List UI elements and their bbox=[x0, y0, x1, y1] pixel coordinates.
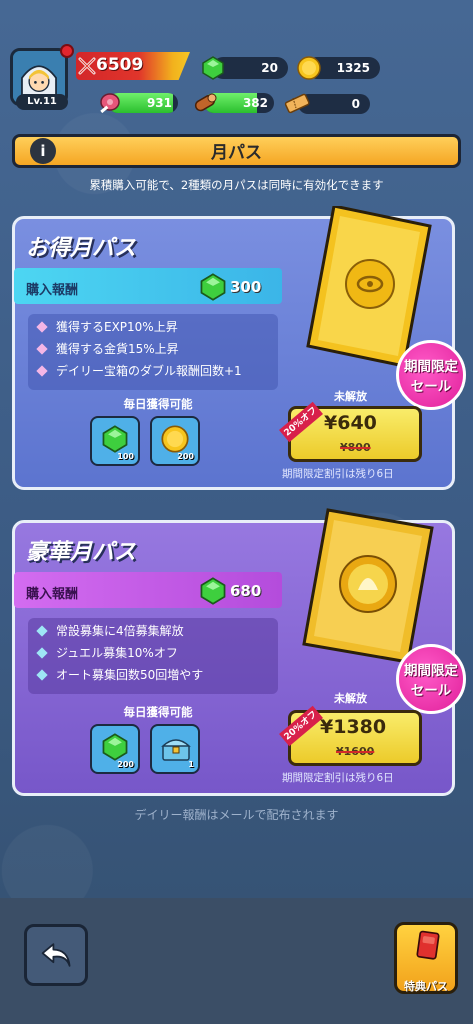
item-count: 200 bbox=[117, 760, 134, 769]
benefit-item: 常設募集に4倍募集解放 bbox=[36, 620, 278, 642]
benefit-item: オート募集回数50回増やす bbox=[36, 664, 278, 686]
purchase-reward-value: 300 bbox=[230, 278, 262, 296]
pass-title: お得月パス bbox=[26, 236, 137, 261]
price: ¥640 bbox=[324, 412, 377, 434]
meat-icon bbox=[100, 93, 120, 114]
benefit-item: ジュエル募集10%オフ bbox=[36, 642, 278, 664]
tickets-value: 0 bbox=[351, 97, 360, 111]
combat-power: 6509 bbox=[96, 55, 144, 75]
item-count: 200 bbox=[177, 452, 194, 461]
limited-sale-badge: 期間限定 セール bbox=[396, 644, 466, 714]
purchase-reward-label: 購入報酬 bbox=[26, 283, 79, 298]
gem-icon bbox=[202, 56, 224, 80]
gem-icon bbox=[200, 273, 226, 301]
treasure-chest-icon bbox=[161, 739, 191, 761]
price: ¥1380 bbox=[320, 716, 387, 738]
daily-item-coins[interactable]: 200 bbox=[150, 416, 200, 466]
ticket-icon bbox=[284, 93, 310, 114]
coin-icon bbox=[297, 56, 321, 80]
crossed-swords-icon bbox=[78, 57, 96, 75]
original-price: ¥800 bbox=[340, 441, 371, 454]
mail-delivery-note: デイリー報酬はメールで配布されます bbox=[134, 808, 339, 822]
limited-sale-badge: 期間限定 セール bbox=[396, 340, 466, 410]
wood-log-icon bbox=[194, 93, 217, 112]
original-price: ¥1600 bbox=[336, 745, 375, 758]
notification-dot bbox=[60, 44, 74, 58]
daily-item-gems[interactable]: 100 bbox=[90, 416, 140, 466]
gems-value: 20 bbox=[261, 61, 278, 75]
page-subtitle: 累積購入可能で、2種類の月パスは同時に有効化できます bbox=[89, 178, 384, 192]
gem-icon bbox=[200, 577, 226, 605]
daily-item-gems[interactable]: 200 bbox=[90, 724, 140, 774]
item-count: 1 bbox=[188, 760, 194, 769]
gem-icon bbox=[102, 733, 128, 761]
premium-pass-card-icon bbox=[302, 508, 434, 664]
sale-badge-line1: 期間限定 bbox=[404, 359, 458, 375]
benefit-item: デイリー宝箱のダブル報酬回数+1 bbox=[36, 360, 278, 382]
benefit-item: 獲得するEXP10%上昇 bbox=[36, 316, 278, 338]
discount-time-left: 期間限定割引は残り6日 bbox=[282, 772, 394, 784]
page-title: 月パス bbox=[211, 143, 262, 163]
red-card-icon bbox=[416, 930, 440, 960]
benefit-item: 獲得する金貨15%上昇 bbox=[36, 338, 278, 360]
bonus-pass-label: 特典パス bbox=[404, 980, 448, 993]
info-icon[interactable]: i bbox=[30, 138, 56, 164]
back-arrow-icon bbox=[41, 943, 71, 967]
sale-badge-line2: セール bbox=[410, 379, 452, 395]
coins-value: 1325 bbox=[336, 61, 370, 75]
benefits-items: 常設募集に4倍募集解放 ジュエル募集10%オフ オート募集回数50回増やす bbox=[36, 620, 278, 686]
daily-item-chest[interactable]: 1 bbox=[150, 724, 200, 774]
pass-status: 未解放 bbox=[334, 390, 367, 403]
discount-time-left: 期間限定割引は残り6日 bbox=[282, 468, 394, 480]
player-level: Lv.11 bbox=[16, 94, 68, 110]
coin-icon bbox=[161, 425, 189, 453]
sale-badge-line1: 期間限定 bbox=[404, 663, 458, 679]
sale-badge-line2: セール bbox=[410, 683, 452, 699]
pass-status: 未解放 bbox=[334, 692, 367, 705]
item-count: 100 bbox=[117, 452, 134, 461]
gold-pass-card-icon bbox=[306, 206, 432, 366]
benefits-items: 獲得するEXP10%上昇 獲得する金貨15%上昇 デイリー宝箱のダブル報酬回数+… bbox=[36, 316, 278, 382]
daily-reward-label: 毎日獲得可能 bbox=[123, 705, 193, 719]
purchase-reward-label: 購入報酬 bbox=[26, 587, 79, 602]
gem-icon bbox=[102, 425, 128, 453]
daily-reward-label: 毎日獲得可能 bbox=[123, 397, 193, 411]
pass-title: 豪華月パス bbox=[26, 540, 137, 565]
purchase-reward-value: 680 bbox=[230, 582, 262, 600]
back-button[interactable] bbox=[24, 924, 88, 986]
